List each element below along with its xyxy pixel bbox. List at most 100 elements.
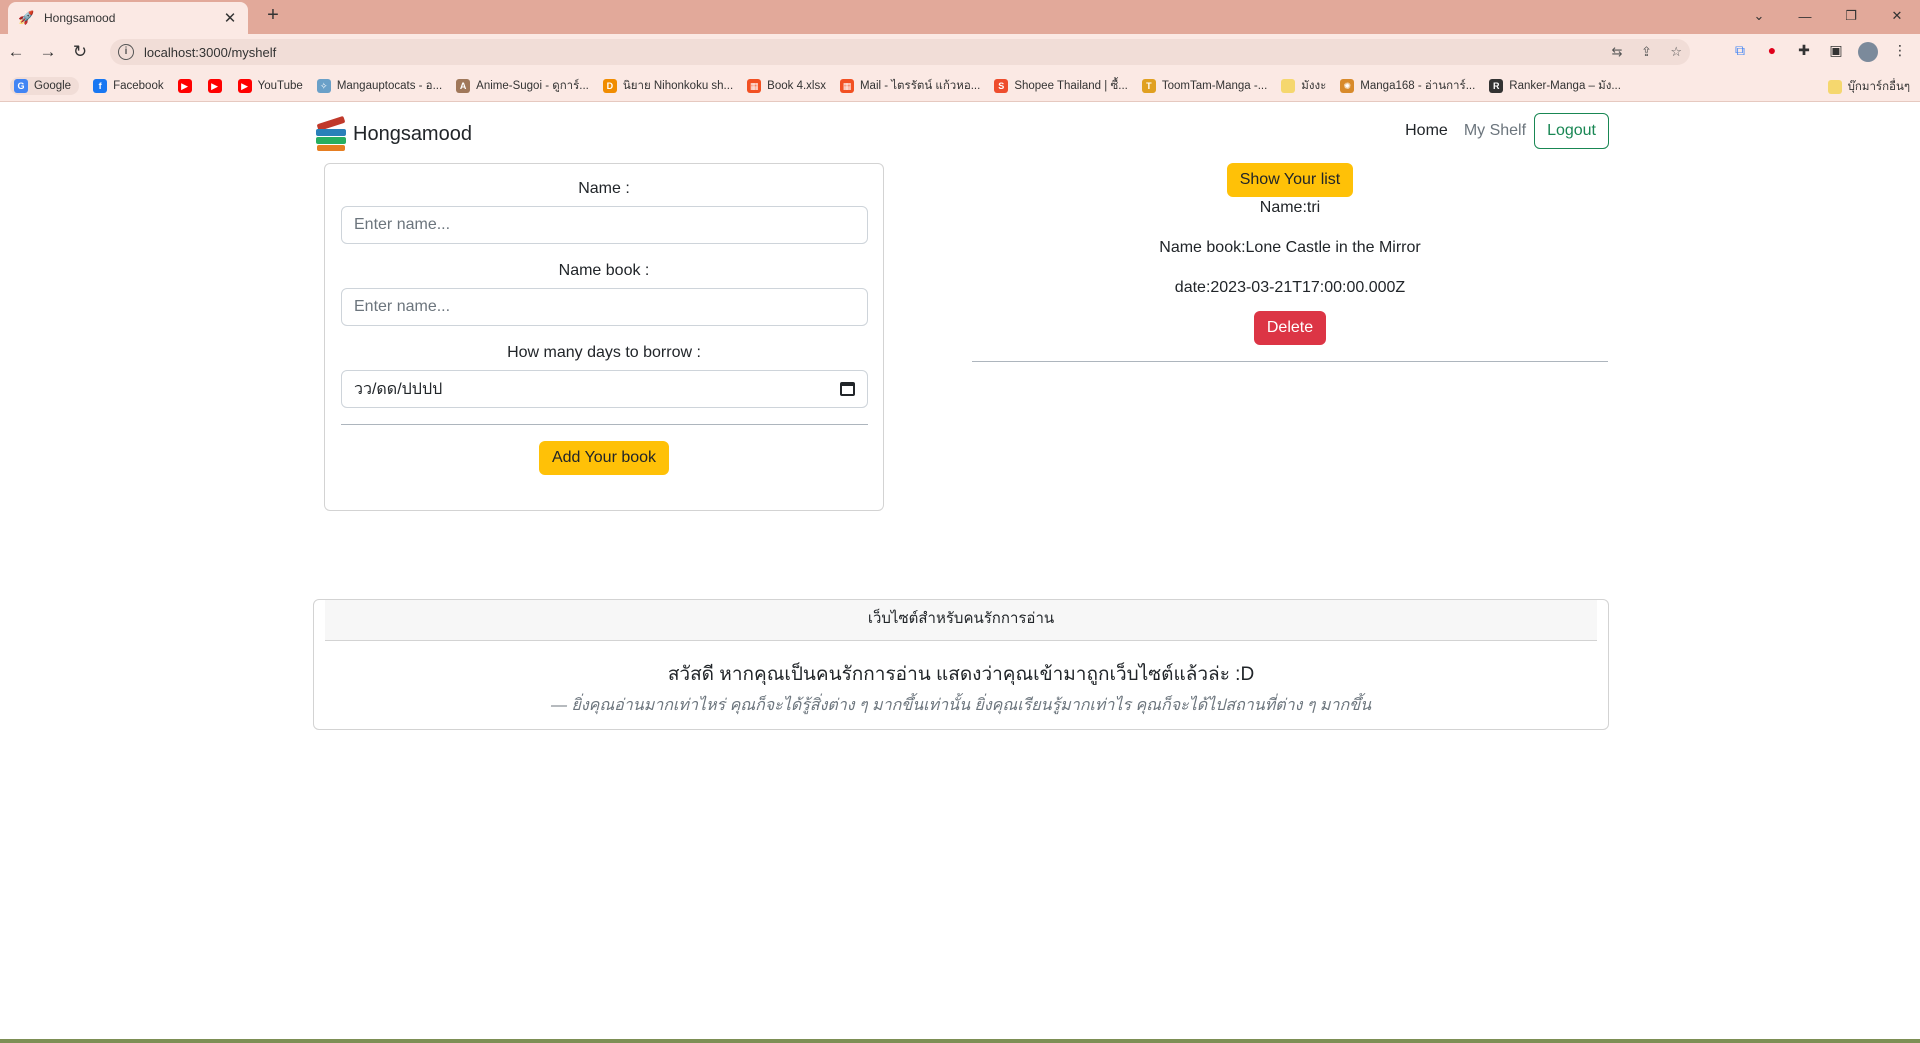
name-label: Name : [578, 180, 630, 197]
bookmark-item[interactable]: ▶ [177, 78, 198, 93]
bookmark-item[interactable]: A Anime-Sugoi - ดูการ์... [456, 77, 589, 95]
bookmark-label: ToomTam-Manga -... [1161, 79, 1268, 92]
bookmark-label: Mangauptocats - อ... [336, 79, 443, 92]
bookmark-item[interactable]: ▦ Book 4.xlsx [747, 78, 826, 93]
borrow-date-input[interactable]: วว/ดด/ปปปป [341, 370, 868, 408]
navbar: Hongsamood Home My Shelf Logout [313, 110, 1609, 160]
bookmarks-bar: G Google f Facebook ▶ ▶ ▶ YouTube ✧ Mangauptocats… [0, 70, 1920, 102]
bookmark-item[interactable]: ▦ Mail - ไตรรัตน์ แก้วหอ... [839, 77, 981, 95]
date-placeholder: วว/ดด/ปปปป [354, 380, 443, 398]
footer-body: สวัสดี หากคุณเป็นคนรักการอ่าน แสดงว่าคุณ… [314, 641, 1608, 718]
share-icon[interactable]: ⇪ [1641, 44, 1652, 59]
calendar-icon[interactable] [840, 382, 855, 396]
bookmark-item[interactable]: ▶ YouTube [237, 78, 303, 93]
bookmark-star-icon[interactable]: ☆ [1670, 44, 1682, 59]
side-panel-icon[interactable]: ▣ [1826, 42, 1846, 62]
window-controls: ⌄ — ❐ ✕ [1736, 0, 1920, 32]
bookmark-item[interactable]: มังงะ [1281, 77, 1326, 95]
nav-my-shelf-link[interactable]: My Shelf [1456, 122, 1534, 140]
bookmark-item[interactable]: G Google [10, 76, 80, 95]
back-icon[interactable]: ← [0, 42, 32, 62]
list-item: Name:tri Name book:Lone Castle in the Mi… [972, 199, 1608, 362]
bookmark-favicon-icon: ▦ [839, 78, 854, 93]
list-divider [972, 361, 1608, 362]
name-input[interactable]: Enter name... [341, 206, 868, 244]
bookmark-label: นิยาย Nihonkoku sh... [622, 79, 734, 92]
minimize-icon[interactable]: — [1782, 9, 1828, 24]
bookmark-item[interactable]: ▶ [207, 78, 228, 93]
close-window-icon[interactable]: ✕ [1874, 8, 1920, 24]
borrowed-book-name: Name book:Lone Castle in the Mirror [1159, 239, 1421, 256]
logout-button[interactable]: Logout [1534, 113, 1609, 149]
bookmark-favicon-icon: f [93, 78, 108, 93]
bookmark-favicon-icon: T [1141, 78, 1156, 93]
bookmark-label: Ranker-Manga – มัง... [1509, 79, 1621, 92]
bookmark-favicon-icon: S [994, 78, 1009, 93]
footer-quote: — ยิ่งคุณอ่านมากเท่าไหร่ คุณก็จะได้รู้สิ… [551, 697, 1371, 714]
new-tab-icon[interactable]: + [260, 4, 286, 27]
forward-icon[interactable]: → [32, 42, 64, 62]
profile-avatar[interactable] [1858, 42, 1878, 62]
bookmark-favicon-icon: A [456, 78, 471, 93]
book-name-input[interactable]: Enter name... [341, 288, 868, 326]
bookmark-label: Google [34, 79, 72, 92]
bookmark-favicon-icon: R [1489, 78, 1504, 93]
bookmark-favicon-icon: ▦ [747, 78, 762, 93]
bookmark-favicon-icon: ▶ [207, 78, 222, 93]
bookmark-favicon-icon: D [602, 78, 617, 93]
footer-header: เว็บไซต์สำหรับคนรักการอ่าน [325, 600, 1597, 641]
bookmark-label: Shopee Thailand | ซื้... [1014, 79, 1128, 92]
bookmark-item[interactable]: S Shopee Thailand | ซื้... [994, 77, 1128, 95]
delete-button[interactable]: Delete [1253, 311, 1327, 345]
address-bar[interactable]: i localhost:3000/myshelf ⇆ ⇪ ☆ [110, 39, 1690, 65]
extensions-puzzle-icon[interactable]: ✚ [1794, 42, 1814, 62]
bookmark-item[interactable]: R Ranker-Manga – มัง... [1489, 77, 1621, 95]
browser-tab-strip: 🚀 Hongsamood ✕ + ⌄ — ❐ ✕ [0, 0, 1920, 34]
borrower-name: Name:tri [1259, 199, 1321, 216]
close-tab-icon[interactable]: ✕ [222, 9, 238, 27]
footer-title: สวัสดี หากคุณเป็นคนรักการอ่าน แสดงว่าคุณ… [667, 664, 1255, 685]
bookmark-label: Anime-Sugoi - ดูการ์... [476, 79, 589, 92]
url-text[interactable]: localhost:3000/myshelf [144, 45, 1598, 60]
bookmark-item[interactable]: D นิยาย Nihonkoku sh... [602, 77, 734, 95]
browser-tab[interactable]: 🚀 Hongsamood ✕ [8, 2, 248, 34]
translate-icon[interactable]: ⇆ [1612, 44, 1623, 59]
folder-icon [1827, 80, 1842, 94]
bookmark-label: มังงะ [1301, 79, 1327, 92]
nav-home-link[interactable]: Home [1397, 122, 1456, 140]
opera-extension-icon[interactable]: ● [1762, 42, 1782, 62]
bookmark-label: YouTube [257, 79, 303, 92]
bookmark-item[interactable]: T ToomTam-Manga -... [1141, 78, 1268, 93]
tab-search-icon[interactable]: ⌄ [1736, 8, 1782, 24]
browser-toolbar: ← → ↻ i localhost:3000/myshelf ⇆ ⇪ ☆ ⧉ ●… [0, 34, 1920, 70]
translate-extension-icon[interactable]: ⧉ [1730, 42, 1750, 62]
nav-links: Home My Shelf Logout [1397, 113, 1609, 149]
bookmark-favicon-icon: ✺ [1340, 78, 1355, 93]
site-info-icon[interactable]: i [118, 44, 134, 60]
bookmark-favicon-icon [1281, 78, 1296, 93]
add-book-form: Name : Enter name... Name book : Enter n… [324, 163, 884, 511]
tab-title: Hongsamood [44, 11, 116, 25]
menu-kebab-icon[interactable]: ⋮ [1890, 42, 1910, 62]
borrow-days-label: How many days to borrow : [507, 344, 701, 361]
bookmark-label: Mail - ไตรรัตน์ แก้วหอ... [859, 79, 981, 92]
borrow-date: date:2023-03-21T17:00:00.000Z [1174, 279, 1406, 296]
brand-name: Hongsamood [353, 122, 472, 145]
bookmark-item[interactable]: ✺ Manga168 - อ่านการ์... [1340, 77, 1475, 95]
rocket-icon: 🚀 [18, 10, 35, 25]
book-list-panel: Show Your list Name:tri Name book:Lone C… [972, 163, 1608, 362]
other-bookmarks[interactable]: บุ๊กมาร์กอื่นๆ [1827, 78, 1910, 96]
book-name-label: Name book : [558, 262, 650, 279]
bookmark-label: Manga168 - อ่านการ์... [1360, 79, 1476, 92]
reload-icon[interactable]: ↻ [64, 42, 96, 62]
bookmark-item[interactable]: f Facebook [93, 78, 164, 93]
bookmark-item[interactable]: ✧ Mangauptocats - อ... [316, 77, 443, 95]
show-list-button[interactable]: Show Your list [1226, 163, 1354, 197]
bookmark-favicon-icon: ▶ [237, 78, 252, 93]
bookmark-favicon-icon: G [14, 78, 28, 93]
add-book-button[interactable]: Add Your book [538, 441, 670, 475]
restore-icon[interactable]: ❐ [1828, 8, 1874, 24]
brand[interactable]: Hongsamood [313, 115, 472, 152]
bookmark-favicon-icon: ▶ [177, 78, 192, 93]
bookmark-label: Book 4.xlsx [767, 79, 826, 92]
